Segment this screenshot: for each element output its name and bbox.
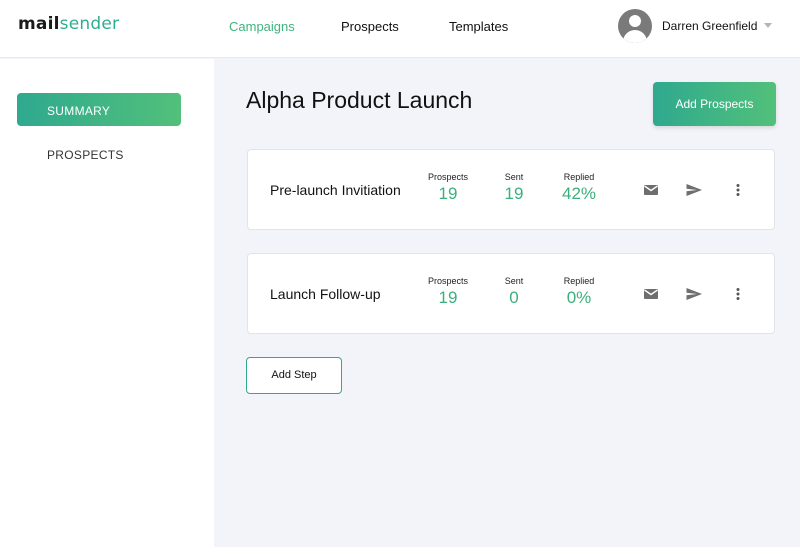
step-name: Launch Follow-up <box>270 286 381 302</box>
nav-campaigns[interactable]: Campaigns <box>229 19 295 34</box>
stat-label: Sent <box>504 276 524 286</box>
stat-prospects: Prospects 19 <box>418 276 478 308</box>
add-step-button[interactable]: Add Step <box>246 357 342 394</box>
sidebar-item-summary[interactable]: SUMMARY <box>17 93 181 126</box>
send-icon[interactable] <box>684 284 704 304</box>
stat-value: 0 <box>509 288 519 307</box>
user-menu[interactable]: Darren Greenfield <box>618 9 788 43</box>
stat-value: 0% <box>566 288 592 307</box>
stat-value: 42% <box>561 184 597 203</box>
logo-mail: mail <box>18 14 60 34</box>
logo-sender: sender <box>59 14 120 34</box>
step-name: Pre-launch Invitiation <box>270 182 401 198</box>
step-card: Launch Follow-up Prospects 19 Sent 0 Rep… <box>247 253 775 334</box>
stat-sent: Sent 0 <box>484 276 544 308</box>
sidebar: SUMMARY PROSPECTS <box>0 59 214 547</box>
page-title: Alpha Product Launch <box>246 87 473 113</box>
stat-label: Prospects <box>427 276 469 286</box>
stat-value: 19 <box>504 184 524 203</box>
stat-label: Prospects <box>427 172 469 182</box>
nav-templates[interactable]: Templates <box>449 19 508 34</box>
stat-replied: Replied 42% <box>549 172 609 204</box>
mail-icon[interactable] <box>641 284 661 304</box>
stat-label: Sent <box>504 172 524 182</box>
nav-prospects[interactable]: Prospects <box>341 19 399 34</box>
stat-label: Replied <box>563 276 595 286</box>
chevron-down-icon <box>764 23 772 28</box>
more-vert-icon[interactable] <box>728 180 748 200</box>
stat-value: 19 <box>438 184 458 203</box>
sidebar-item-prospects[interactable]: PROSPECTS <box>47 148 124 162</box>
top-bar: mailsender Campaigns Prospects Templates… <box>0 0 800 58</box>
send-icon[interactable] <box>684 180 704 200</box>
stat-prospects: Prospects 19 <box>418 172 478 204</box>
user-name: Darren Greenfield <box>662 19 758 33</box>
mail-icon[interactable] <box>641 180 661 200</box>
stat-label: Replied <box>563 172 595 182</box>
stat-value: 19 <box>438 288 458 307</box>
stat-replied: Replied 0% <box>549 276 609 308</box>
stat-sent: Sent 19 <box>484 172 544 204</box>
step-card: Pre-launch Invitiation Prospects 19 Sent… <box>247 149 775 230</box>
avatar <box>618 9 652 43</box>
more-vert-icon[interactable] <box>728 284 748 304</box>
logo[interactable]: mailsender <box>18 14 119 34</box>
add-prospects-button[interactable]: Add Prospects <box>653 82 776 126</box>
